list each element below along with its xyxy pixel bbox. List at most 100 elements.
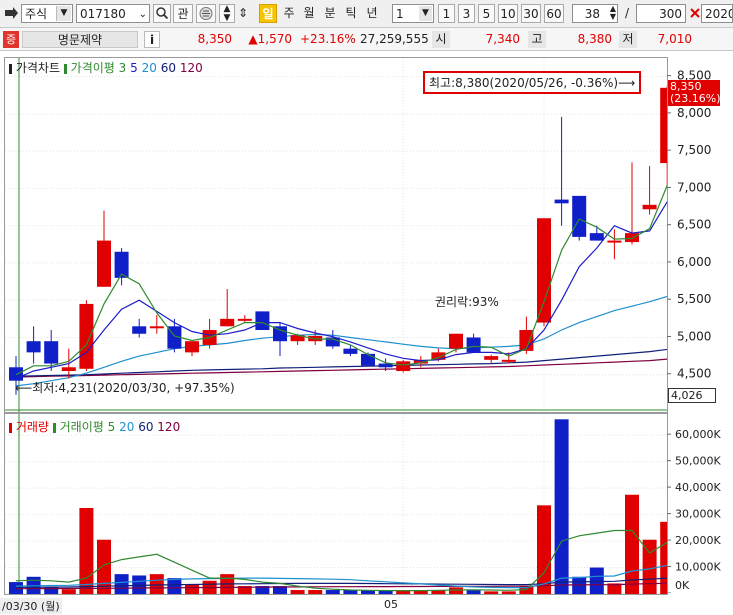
quick-count-30[interactable]: 30 (521, 4, 541, 23)
quick-count-5[interactable]: 5 (478, 4, 495, 23)
link-icon (199, 7, 213, 20)
candle-body (660, 87, 667, 164)
count-stepper-icon[interactable]: ▲ ▼ (610, 5, 616, 21)
chevron-down-icon[interactable]: ⌄ (139, 5, 147, 24)
price-tick-label: 4,500 (677, 367, 711, 381)
candle-body (554, 199, 569, 204)
candle-body (589, 233, 604, 241)
toolbar: 주식 ▼ 017180 ⌄ 관 ▲ ▼ ⇕ 일 주 월 분 틱 년 1 ▼ 1 3… (0, 0, 733, 28)
quick-count-1[interactable]: 1 (438, 4, 455, 23)
price-tick-label: 7,000 (677, 180, 711, 194)
volume-bar (413, 590, 428, 594)
rights-annotation: 권리락:93% (435, 293, 499, 310)
chevron-down-icon[interactable]: ▼ (56, 6, 71, 21)
search-button[interactable] (153, 4, 171, 23)
volume-bar (308, 590, 323, 594)
vol-ma60-legend: 60 (138, 420, 154, 434)
current-price: 8,350 (197, 32, 232, 46)
candle-body (61, 367, 76, 372)
candle-body (484, 356, 499, 360)
ma20-line (15, 295, 667, 387)
link-button[interactable] (196, 4, 216, 23)
candle-body (149, 326, 164, 329)
vol-ma5-legend: 5 (107, 420, 116, 434)
unit-select[interactable]: 1 ▼ (392, 4, 434, 23)
price-tick-label: 7,500 (677, 143, 711, 157)
watchlist-button[interactable]: 관 (173, 4, 193, 23)
quick-count-60[interactable]: 60 (544, 4, 564, 23)
quick-count-3[interactable]: 3 (458, 4, 475, 23)
price-chart-svg[interactable] (5, 58, 667, 412)
x-axis-month-label: 05 (384, 598, 398, 611)
volume-bar (484, 591, 499, 594)
expand-icon[interactable]: ⇕ (238, 4, 252, 23)
ma60-line (15, 348, 667, 377)
volume-bar (290, 590, 305, 594)
volume-tick-label: 40,000K (675, 481, 721, 494)
price-tick-label: 8,000 (677, 106, 711, 120)
volume-bar (9, 582, 23, 594)
candle-body (343, 348, 358, 354)
candle-body (44, 341, 59, 364)
volume-tick-label: 60,000K (675, 428, 721, 441)
ma5-legend: 5 (130, 61, 138, 75)
period-label: 주 (283, 6, 295, 20)
high-annotation-text: 최고:8,380(2020/05/26, -0.36%) (429, 76, 619, 90)
menu-arrow-icon[interactable] (3, 4, 19, 23)
period-label: 년 (366, 6, 378, 20)
market-select[interactable]: 주식 ▼ (21, 4, 73, 23)
legend-marker (9, 63, 12, 74)
volume-tick-label: 0K (675, 579, 690, 592)
period-tick-tab[interactable]: 틱 (343, 4, 359, 23)
vol-ma20-legend: 20 (119, 420, 135, 434)
unit-select-value: 1 (396, 7, 404, 21)
date-input[interactable]: 2020/ (701, 4, 733, 23)
volume-chart-svg[interactable] (5, 414, 667, 594)
volume-bar (537, 505, 551, 594)
legend-marker (52, 422, 56, 433)
period-week-tab[interactable]: 주 (281, 4, 297, 23)
candle-body (361, 353, 375, 366)
volume-bar (554, 419, 569, 594)
volume-bar (185, 584, 199, 594)
x-axis: /03/30 (월) 05 (0, 596, 733, 615)
volume-chart-panel[interactable]: 거래량 거래이평 5 20 60 120 (4, 413, 668, 595)
chevron-down-icon[interactable]: ▼ (419, 6, 432, 21)
period-day-tab[interactable]: 일 (259, 4, 277, 23)
total-count-input[interactable]: 300 (636, 4, 686, 23)
volume-bar (396, 590, 411, 594)
period-minute-tab[interactable]: 분 (322, 4, 338, 23)
price-chart-panel[interactable]: 가격차트 가격이평 3 5 20 60 120 최고:8,380(2020/05… (4, 57, 668, 413)
period-month-tab[interactable]: 월 (301, 4, 317, 23)
low-annotation: ⟵최저:4,231(2020/03/30, +97.35%) (15, 379, 235, 396)
stock-code-input[interactable]: 017180 ⌄ (76, 4, 150, 23)
view-count-input[interactable]: 38 ▲ ▼ (572, 4, 618, 23)
stock-info-button[interactable]: i (144, 31, 160, 48)
candle-body (607, 240, 622, 243)
period-label: 월 (303, 6, 315, 20)
volume-bar (449, 587, 463, 594)
quick-count-10[interactable]: 10 (498, 4, 518, 23)
quick-count-label: 30 (523, 7, 539, 21)
arrow-down-icon[interactable]: ▼ (220, 14, 234, 23)
stock-badge-label: 증 (5, 33, 17, 46)
up-down-stepper[interactable]: ▲ ▼ (219, 4, 235, 23)
volume-bar (325, 590, 340, 594)
volume-tick-label: 10,000K (675, 561, 721, 574)
quick-count-label: 10 (500, 7, 516, 21)
ma20-legend: 20 (141, 61, 157, 75)
high-label: 고 (528, 31, 546, 48)
period-year-tab[interactable]: 년 (364, 4, 380, 23)
quick-count-label: 3 (462, 7, 471, 21)
count-separator: / (624, 6, 630, 20)
volume-bar (149, 574, 164, 594)
high-price: 8,380 (577, 32, 612, 46)
stock-code-value: 017180 (80, 7, 126, 21)
stock-badge: 증 (3, 31, 19, 48)
price-axis: 4,500 5,000 5,500 6,000 6,500 7,000 7,500 8,000… (667, 57, 733, 411)
clear-icon[interactable] (689, 4, 701, 23)
volume-tick-label: 20,000K (675, 534, 721, 547)
volume-bar (378, 590, 393, 594)
period-label: 틱 (345, 6, 357, 20)
vol-ma120-legend: 120 (157, 420, 181, 434)
